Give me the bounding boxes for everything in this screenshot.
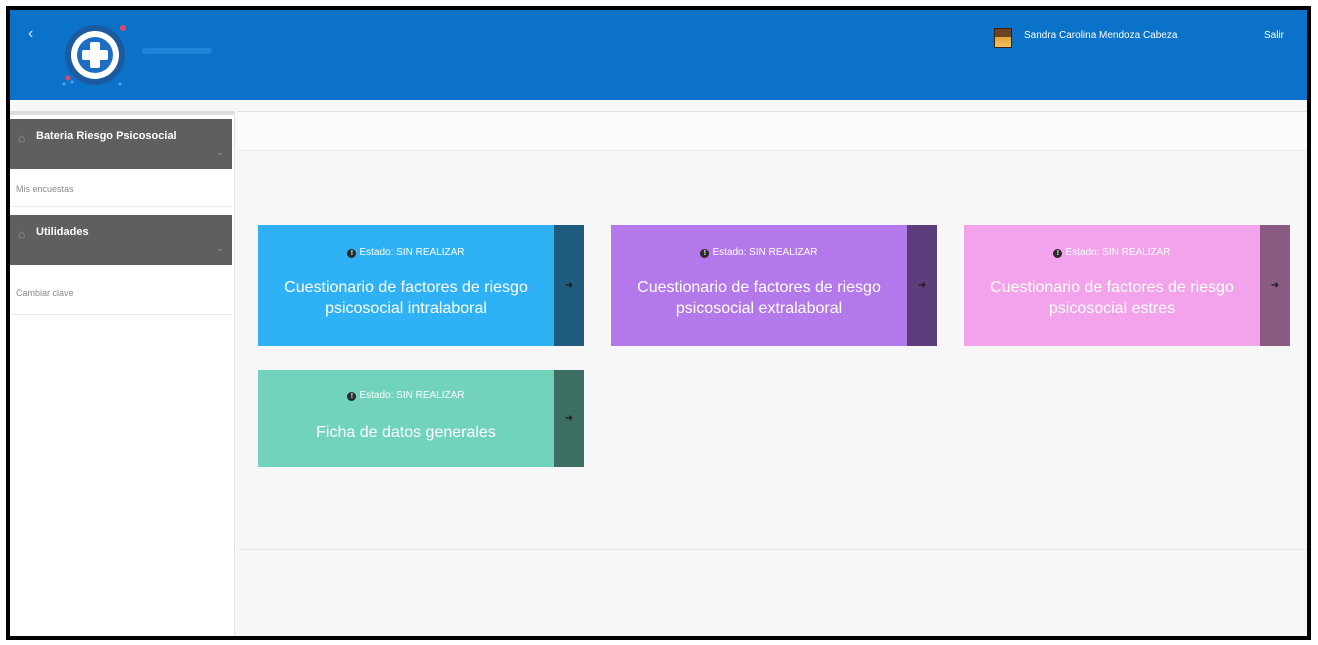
status-text: Estado: SIN REALIZAR bbox=[359, 247, 465, 258]
logout-link[interactable]: Salir bbox=[1264, 30, 1284, 41]
sidebar-section-bateria[interactable]: ⌂ Bateria Riesgo Psicosocial ⌄ bbox=[10, 119, 232, 169]
sidebar-section-utilidades[interactable]: ⌂ Utilidades ⌄ bbox=[10, 215, 232, 265]
card-body[interactable]: ! Estado: SIN REALIZAR Cuestionario de fa… bbox=[611, 225, 907, 346]
sidebar: ⌂ Bateria Riesgo Psicosocial ⌄ Mis encue… bbox=[10, 111, 235, 636]
status-text: Estado: SIN REALIZAR bbox=[359, 390, 465, 401]
card-title: Cuestionario de factores de riesgo psico… bbox=[990, 279, 1234, 317]
chevron-left-icon[interactable]: ‹ bbox=[28, 26, 33, 42]
survey-card-estres[interactable]: ! Estado: SIN REALIZAR Cuestionario de fa… bbox=[964, 225, 1290, 346]
arrow-right-icon[interactable]: ➜ bbox=[554, 370, 584, 467]
home-icon: ⌂ bbox=[18, 131, 26, 145]
sidebar-item-cambiar-clave[interactable]: Cambiar clave bbox=[10, 271, 232, 315]
main-content: ! Estado: SIN REALIZAR Cuestionario de fa… bbox=[238, 111, 1307, 636]
content-toolbar bbox=[238, 111, 1307, 151]
card-title: Cuestionario de factores de riesgo psico… bbox=[284, 279, 528, 317]
card-title: Ficha de datos generales bbox=[316, 424, 496, 441]
info-icon: ! bbox=[347, 392, 357, 401]
content-divider bbox=[238, 549, 1307, 550]
app-window: ‹ Sandra Carolina Mendoza Cabeza Salir ⌂… bbox=[6, 6, 1311, 640]
info-icon: ! bbox=[700, 249, 710, 258]
card-status: ! Estado: SIN REALIZAR bbox=[611, 247, 907, 258]
sidebar-section-title: Utilidades bbox=[36, 226, 89, 238]
top-header: ‹ Sandra Carolina Mendoza Cabeza Salir bbox=[10, 10, 1307, 100]
card-status: ! Estado: SIN REALIZAR bbox=[258, 390, 554, 401]
arrow-right-icon[interactable]: ➜ bbox=[554, 225, 584, 346]
card-body[interactable]: ! Estado: SIN REALIZAR Cuestionario de fa… bbox=[964, 225, 1260, 346]
arrow-right-icon[interactable]: ➜ bbox=[1260, 225, 1290, 346]
logo-wordmark bbox=[142, 48, 212, 54]
user-name[interactable]: Sandra Carolina Mendoza Cabeza bbox=[1024, 30, 1177, 41]
avatar[interactable] bbox=[994, 28, 1012, 48]
status-text: Estado: SIN REALIZAR bbox=[712, 247, 818, 258]
card-title: Cuestionario de factores de riesgo psico… bbox=[637, 279, 881, 317]
card-status: ! Estado: SIN REALIZAR bbox=[258, 247, 554, 258]
sidebar-item-mis-encuestas[interactable]: Mis encuestas bbox=[10, 171, 232, 207]
arrow-right-icon[interactable]: ➜ bbox=[907, 225, 937, 346]
status-text: Estado: SIN REALIZAR bbox=[1065, 247, 1171, 258]
medical-cross-icon[interactable] bbox=[60, 20, 130, 90]
survey-card-extralaboral[interactable]: ! Estado: SIN REALIZAR Cuestionario de fa… bbox=[611, 225, 937, 346]
info-icon: ! bbox=[347, 249, 357, 258]
home-icon: ⌂ bbox=[18, 227, 26, 241]
card-body[interactable]: ! Estado: SIN REALIZAR Ficha de datos gen… bbox=[258, 370, 554, 467]
chevron-down-icon: ⌄ bbox=[216, 243, 224, 253]
chevron-down-icon: ⌄ bbox=[216, 147, 224, 157]
survey-card-ficha-datos[interactable]: ! Estado: SIN REALIZAR Ficha de datos gen… bbox=[258, 370, 584, 467]
info-icon: ! bbox=[1053, 249, 1063, 258]
sidebar-section-title: Bateria Riesgo Psicosocial bbox=[36, 130, 177, 142]
card-body[interactable]: ! Estado: SIN REALIZAR Cuestionario de fa… bbox=[258, 225, 554, 346]
survey-card-intralaboral[interactable]: ! Estado: SIN REALIZAR Cuestionario de fa… bbox=[258, 225, 584, 346]
card-status: ! Estado: SIN REALIZAR bbox=[964, 247, 1260, 258]
